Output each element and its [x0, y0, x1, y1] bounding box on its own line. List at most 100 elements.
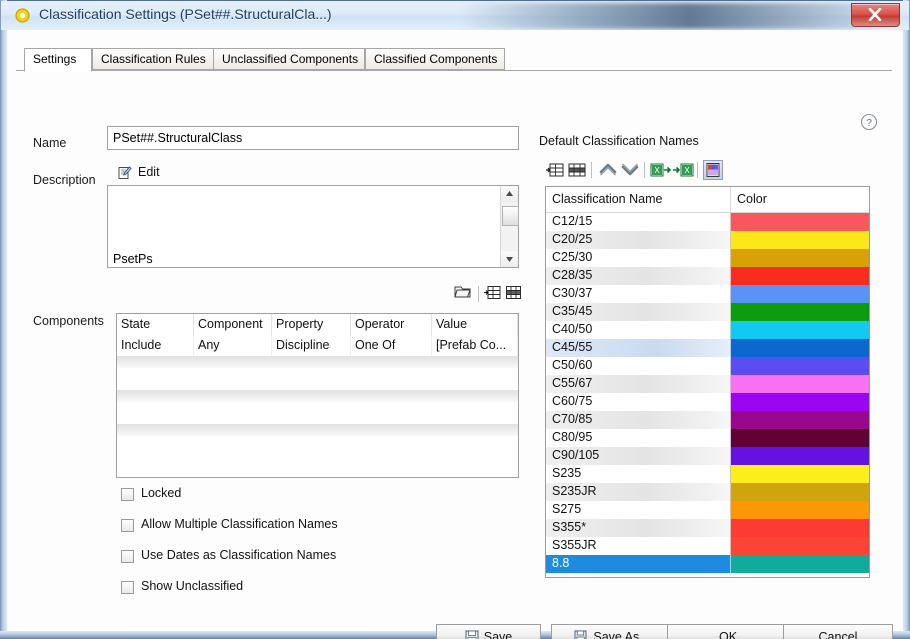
edit-link[interactable]: Edit: [138, 165, 160, 179]
classification-names-toolbar: X X: [545, 160, 723, 181]
import-excel-icon[interactable]: X: [673, 160, 694, 180]
tab-settings[interactable]: Settings: [24, 48, 92, 72]
classification-color-swatch[interactable]: [731, 303, 869, 321]
classification-color-swatch[interactable]: [731, 375, 869, 393]
insert-row-icon[interactable]: [545, 160, 565, 180]
classification-names-rows: C12/15 C20/25 C25/30 C28/35 C30/37 C35/45 C40/…: [546, 213, 869, 573]
classification-color-swatch[interactable]: [731, 429, 869, 447]
classification-name-row[interactable]: C20/25: [546, 231, 869, 249]
classification-name-row[interactable]: S235: [546, 465, 869, 483]
classification-color-swatch[interactable]: [731, 411, 869, 429]
classification-name-row[interactable]: S355JR: [546, 537, 869, 555]
cancel-button[interactable]: Cancel: [783, 624, 893, 639]
classification-name-cell: C28/35: [546, 267, 731, 285]
classification-color-swatch[interactable]: [731, 483, 869, 501]
close-button[interactable]: [851, 3, 900, 27]
classification-color-swatch[interactable]: [731, 555, 869, 573]
classification-name-row[interactable]: C55/67: [546, 375, 869, 393]
window-title: Classification Settings (PSet##.Structur…: [39, 6, 332, 22]
classification-name-row[interactable]: S235JR: [546, 483, 869, 501]
classification-name-row[interactable]: S275: [546, 501, 869, 519]
column-header-operator: Operator: [351, 314, 432, 336]
components-label: Components: [33, 314, 104, 328]
classification-color-swatch[interactable]: [731, 393, 869, 411]
description-textarea[interactable]: PsetPs: [107, 185, 519, 268]
tab-unclassified-components[interactable]: Unclassified Components: [213, 48, 365, 70]
delete-row-icon[interactable]: [505, 285, 522, 303]
classification-name-row[interactable]: C50/60: [546, 357, 869, 375]
classification-color-swatch[interactable]: [731, 321, 869, 339]
description-footer-text: PsetPs: [113, 252, 153, 266]
classification-name-row[interactable]: C40/50: [546, 321, 869, 339]
insert-row-icon[interactable]: [484, 285, 501, 303]
description-scrollbar[interactable]: [500, 186, 519, 267]
classification-name-cell: C30/37: [546, 285, 731, 303]
save-button[interactable]: Save: [436, 624, 541, 639]
classification-name-row[interactable]: C90/105: [546, 447, 869, 465]
classification-name-row[interactable]: C12/15: [546, 213, 869, 231]
classification-name-row[interactable]: 8.8: [546, 555, 869, 573]
question-mark-icon[interactable]: ?: [860, 113, 878, 131]
classification-color-swatch[interactable]: [731, 231, 869, 249]
window-right-edge: [903, 0, 910, 639]
ok-button[interactable]: OK: [667, 624, 789, 639]
window-left-edge: [0, 0, 7, 639]
tab-classified-components-label: Classified Components: [374, 52, 498, 66]
table-row[interactable]: Include Any Discipline One Of [Prefab Co…: [117, 336, 518, 356]
components-table[interactable]: State Component Property Operator Value …: [116, 313, 519, 478]
column-header-color: Color: [737, 192, 767, 206]
classification-name-row[interactable]: C30/37: [546, 285, 869, 303]
scroll-down-arrow-icon[interactable]: [501, 251, 518, 267]
classification-name-row[interactable]: C25/30: [546, 249, 869, 267]
classification-name-row[interactable]: C35/45: [546, 303, 869, 321]
components-toolbar: [454, 284, 522, 303]
delete-row-icon[interactable]: [567, 160, 587, 180]
checkbox-box[interactable]: [121, 581, 134, 594]
table-stripe: [117, 424, 518, 436]
classification-color-swatch[interactable]: [731, 537, 869, 555]
classification-name-cell: 8.8: [546, 555, 731, 573]
checkbox-label: Show Unclassified: [141, 579, 244, 593]
classification-names-table[interactable]: Classification Name Color C12/15 C20/25 C2…: [545, 186, 870, 578]
save-as-button[interactable]: Save As...: [551, 624, 673, 639]
cell-operator: One Of: [351, 336, 432, 356]
checkbox-box[interactable]: [121, 550, 134, 563]
classification-name-row[interactable]: C80/95: [546, 429, 869, 447]
tab-classified-components[interactable]: Classified Components: [365, 48, 505, 70]
app-root: Classification Settings (PSet##.Structur…: [0, 0, 910, 639]
classification-name-row[interactable]: C60/75: [546, 393, 869, 411]
name-input[interactable]: [107, 126, 519, 150]
scroll-up-arrow-icon[interactable]: [501, 186, 518, 202]
color-palette-icon[interactable]: [703, 160, 723, 180]
edit-pencil-icon[interactable]: [118, 166, 132, 180]
classification-name-cell: S275: [546, 501, 731, 519]
classification-color-swatch[interactable]: [731, 519, 869, 537]
scrollbar-thumb[interactable]: [502, 206, 519, 226]
classification-color-swatch[interactable]: [731, 357, 869, 375]
open-folder-icon[interactable]: [454, 284, 472, 303]
classification-color-swatch[interactable]: [731, 447, 869, 465]
classification-color-swatch[interactable]: [731, 213, 869, 231]
classification-color-swatch[interactable]: [731, 339, 869, 357]
export-excel-icon[interactable]: X: [650, 160, 672, 180]
classification-name-row[interactable]: C45/55: [546, 339, 869, 357]
tab-unclassified-components-label: Unclassified Components: [222, 52, 359, 66]
move-up-icon[interactable]: [598, 160, 618, 180]
classification-color-swatch[interactable]: [731, 249, 869, 267]
checkbox-box[interactable]: [121, 488, 134, 501]
classification-color-swatch[interactable]: [731, 267, 869, 285]
classification-name-row[interactable]: C28/35: [546, 267, 869, 285]
classification-color-swatch[interactable]: [731, 285, 869, 303]
description-label: Description: [33, 173, 96, 187]
classification-color-swatch[interactable]: [731, 501, 869, 519]
tab-classification-rules[interactable]: Classification Rules: [92, 48, 225, 70]
checkbox-box[interactable]: [121, 519, 134, 532]
cell-state: Include: [117, 336, 194, 356]
components-table-header: State Component Property Operator Value: [117, 314, 518, 336]
move-down-icon[interactable]: [620, 160, 640, 180]
classification-color-swatch[interactable]: [731, 465, 869, 483]
classification-name-row[interactable]: C70/85: [546, 411, 869, 429]
app-circle-icon: [15, 8, 30, 23]
classification-name-row[interactable]: S355*: [546, 519, 869, 537]
dialog-button-bar: Save Save As... OK Cancel: [8, 596, 902, 639]
